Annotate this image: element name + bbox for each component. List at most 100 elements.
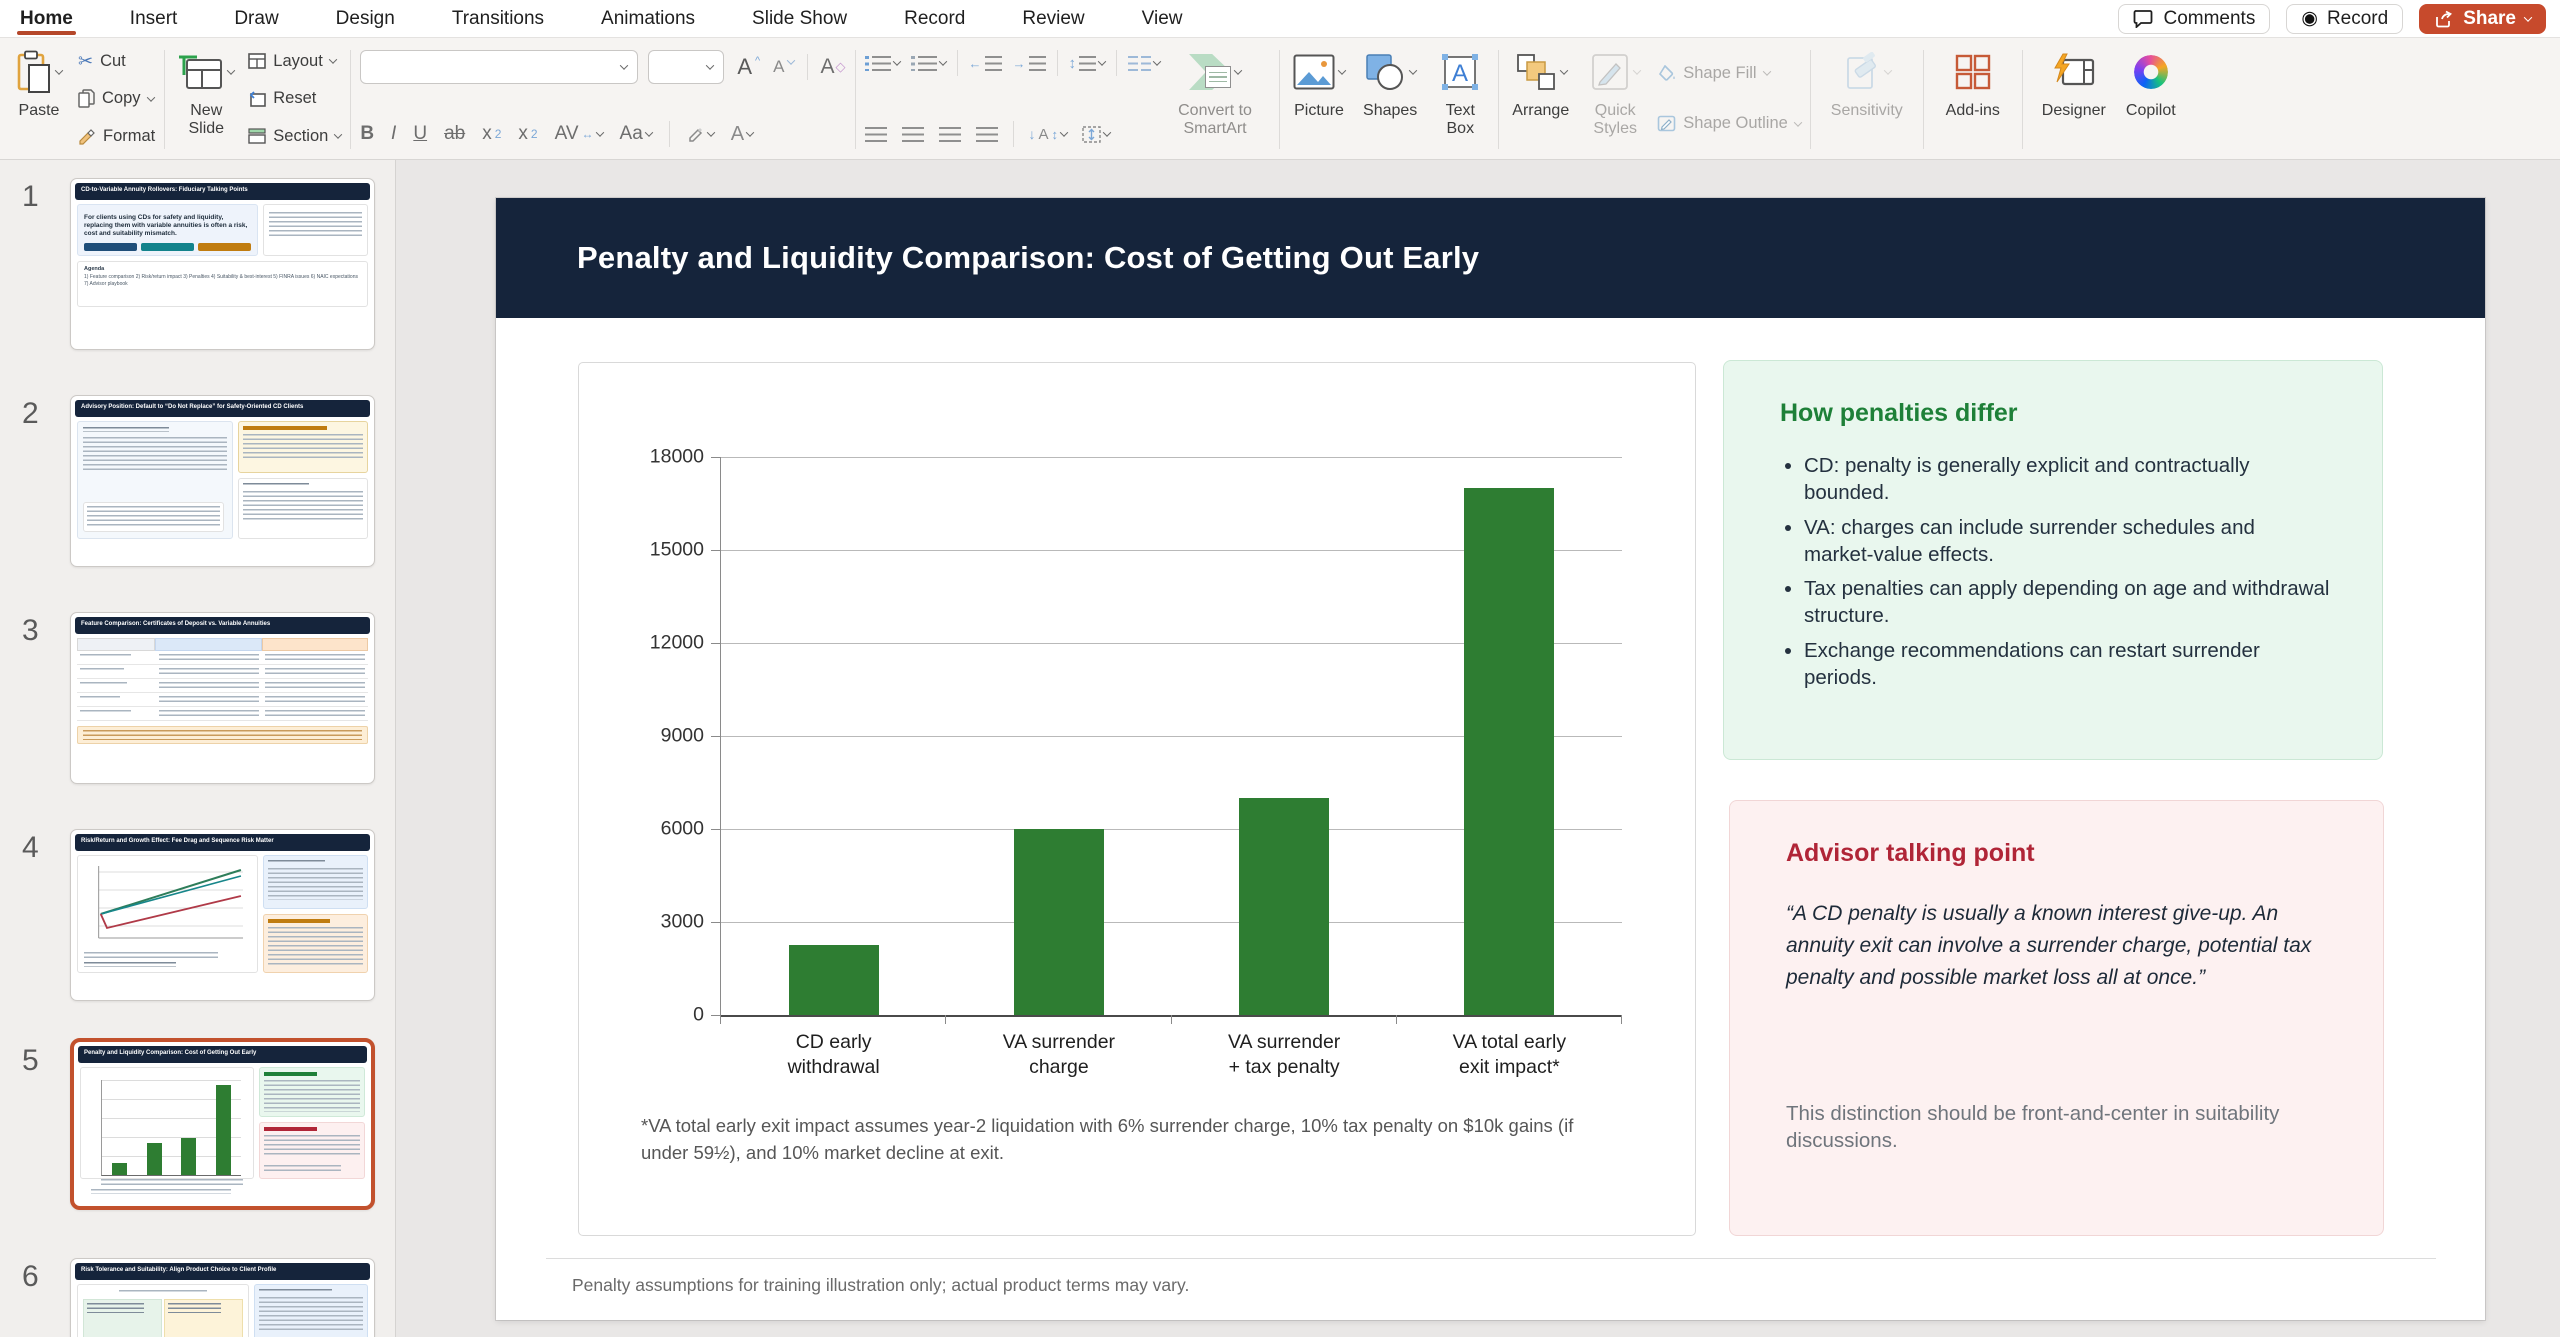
add-ins-button[interactable]: Add-ins — [1933, 44, 2013, 155]
slide-title-bar[interactable]: Penalty and Liquidity Comparison: Cost o… — [496, 198, 2485, 318]
share-button[interactable]: Share — [2419, 4, 2546, 34]
justify-button[interactable] — [976, 127, 998, 142]
thumb3-table-rows — [77, 651, 368, 721]
menu-item-design[interactable]: Design — [336, 0, 395, 37]
picture-chevron-icon — [1338, 66, 1346, 74]
layout-button[interactable]: Layout — [248, 48, 341, 74]
menu-item-animations[interactable]: Animations — [601, 0, 695, 37]
italic-button[interactable]: I — [391, 123, 396, 145]
bullets-button[interactable] — [865, 56, 900, 71]
align-left-button[interactable] — [865, 127, 887, 142]
change-case-button[interactable]: Aa — [620, 123, 652, 145]
menu-item-draw[interactable]: Draw — [234, 0, 278, 37]
highlighter-icon — [687, 125, 705, 143]
slide-thumbnail-5-selected[interactable]: Penalty and Liquidity Comparison: Cost o… — [70, 1038, 375, 1210]
slide-thumbnail-6[interactable]: Risk Tolerance and Suitability: Align Pr… — [70, 1258, 375, 1337]
format-painter-button[interactable]: Format — [78, 123, 155, 149]
current-slide[interactable]: Penalty and Liquidity Comparison: Cost o… — [496, 198, 2485, 1320]
thumb1-pill-teal — [141, 243, 194, 251]
y-axis-tick — [711, 1015, 720, 1016]
slide-thumbnail-3[interactable]: Feature Comparison: Certificates of Depo… — [70, 612, 375, 784]
share-label: Share — [2463, 8, 2516, 30]
reset-icon — [248, 91, 266, 107]
clear-formatting-button[interactable]: A◇ — [821, 55, 846, 79]
reset-button[interactable]: Reset — [248, 86, 341, 112]
menu-item-review[interactable]: Review — [1022, 0, 1084, 37]
align-center-button[interactable] — [902, 127, 924, 142]
numbering-button[interactable] — [911, 56, 946, 71]
menu-item-view[interactable]: View — [1142, 0, 1183, 37]
character-spacing-button[interactable]: AV↔ — [555, 123, 603, 145]
sensitivity-button[interactable]: Sensitivity — [1820, 44, 1914, 155]
slide-thumbnail-1[interactable]: CD-to-Variable Annuity Rollovers: Fiduci… — [70, 178, 375, 350]
menu-item-record[interactable]: Record — [904, 0, 965, 37]
slide-thumbnail-2[interactable]: Advisory Position: Default to “Do Not Re… — [70, 395, 375, 567]
line-spacing-button[interactable]: ↕ — [1069, 55, 1106, 72]
copy-button[interactable]: Copy — [78, 86, 155, 112]
decrease-indent-button[interactable]: ← — [969, 56, 1002, 71]
convert-smartart-button[interactable]: Convert to SmartArt — [1160, 44, 1270, 155]
text-box-button[interactable]: A Text Box — [1431, 44, 1489, 155]
record-button[interactable]: ◉ Record — [2286, 4, 2403, 34]
y-axis-label: 18000 — [650, 446, 704, 469]
shape-outline-button[interactable]: Shape Outline — [1657, 111, 1801, 137]
font-color-button[interactable]: A — [731, 123, 753, 146]
font-size-select[interactable] — [648, 50, 724, 84]
advisor-talking-point-box[interactable]: Advisor talking point “A CD penalty is u… — [1729, 800, 2384, 1236]
slide-thumbnail-4[interactable]: Risk/Return and Growth Effect: Fee Drag … — [70, 829, 375, 1001]
picture-icon — [1293, 54, 1335, 90]
mini-chart-bar — [112, 1163, 127, 1175]
new-slide-button[interactable]: New Slide — [174, 44, 238, 155]
increase-font-button[interactable]: A^ — [737, 54, 760, 80]
thumb3-title: Feature Comparison: Certificates of Depo… — [75, 617, 370, 634]
columns-button[interactable] — [1128, 56, 1160, 71]
comment-icon — [2133, 9, 2154, 28]
y-axis-tick — [711, 550, 720, 551]
menu-item-home[interactable]: Home — [20, 0, 73, 37]
cut-button[interactable]: ✂ Cut — [78, 48, 155, 74]
text-highlight-button[interactable] — [687, 125, 714, 143]
comments-button[interactable]: Comments — [2118, 4, 2270, 34]
underline-button[interactable]: U — [413, 123, 427, 145]
align-right-button[interactable] — [939, 127, 961, 142]
menu-item-slide-show[interactable]: Slide Show — [752, 0, 847, 37]
font-name-select[interactable] — [360, 50, 638, 84]
arrange-button[interactable]: Arrange — [1508, 44, 1573, 155]
align-text-button[interactable] — [1082, 126, 1110, 143]
quick-styles-button[interactable]: Quick Styles — [1583, 44, 1647, 155]
designer-button[interactable]: Designer — [2032, 44, 2116, 155]
decrease-font-button[interactable]: A — [773, 57, 793, 77]
line-spacing-chevron-icon — [1098, 57, 1106, 65]
bold-button[interactable]: B — [360, 123, 374, 145]
subscript-button[interactable]: x2 — [518, 123, 537, 145]
shape-outline-icon — [1657, 115, 1676, 132]
paste-button[interactable]: Paste — [10, 44, 68, 155]
menu-item-transitions[interactable]: Transitions — [452, 0, 544, 37]
x-axis-category-label: VA total earlyexit impact* — [1397, 1030, 1622, 1080]
chart-card[interactable]: 0300060009000120001500018000CD earlywith… — [578, 362, 1696, 1236]
section-button[interactable]: Section — [248, 123, 341, 149]
increase-indent-button[interactable]: → — [1013, 56, 1046, 71]
shapes-button[interactable]: Shapes — [1359, 44, 1421, 155]
font-color-chevron-icon — [746, 128, 754, 136]
copilot-button[interactable]: Copilot — [2116, 44, 2186, 155]
menu-item-insert[interactable]: Insert — [130, 0, 178, 37]
picture-button[interactable]: Picture — [1289, 44, 1349, 155]
strikethrough-button[interactable]: ab — [444, 123, 465, 145]
text-direction-button[interactable]: ↓A↕ — [1029, 126, 1068, 143]
shape-fill-button[interactable]: Shape Fill — [1657, 60, 1801, 86]
new-slide-chevron-icon — [227, 66, 235, 74]
format-painter-icon — [78, 127, 96, 145]
chart-plot: 0300060009000120001500018000CD earlywith… — [720, 457, 1622, 1017]
titlebar-actions: Comments ◉ Record Share — [2118, 0, 2546, 37]
shape-outline-label: Shape Outline — [1683, 114, 1788, 133]
how-penalties-differ-box[interactable]: How penalties differ CD: penalty is gene… — [1723, 360, 2383, 760]
arrange-group: Arrange Quick Styles Shape Fill — [1508, 44, 1801, 155]
reset-label: Reset — [273, 89, 316, 108]
section-chevron-icon — [334, 130, 342, 138]
bullets-chevron-icon — [892, 57, 900, 65]
superscript-button[interactable]: x2 — [482, 123, 501, 145]
x-axis-category-label: VA surrender+ tax penalty — [1172, 1030, 1397, 1080]
numbering-chevron-icon — [938, 57, 946, 65]
change-case-chevron-icon — [645, 128, 653, 136]
